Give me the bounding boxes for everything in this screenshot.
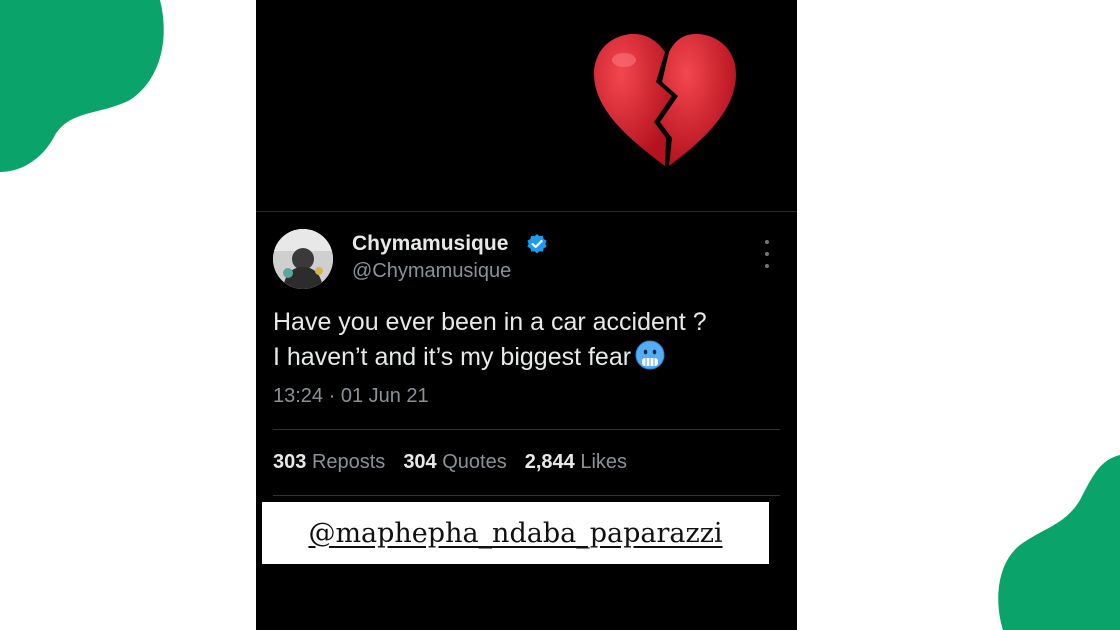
- author-avatar[interactable]: [273, 229, 333, 289]
- post-text-line-2-text: I haven’t and it’s my biggest fear: [273, 343, 632, 371]
- post-text: Have you ever been in a car accident ? I…: [273, 305, 783, 375]
- cold-face-emoji-icon: [635, 340, 665, 370]
- reposts-label: Reposts: [311, 451, 386, 473]
- reposts-count: 303: [273, 451, 307, 473]
- stats-top-divider: [273, 429, 780, 430]
- broken-heart-icon: [594, 34, 736, 166]
- quotes-label: Quotes: [442, 451, 507, 473]
- post-text-line-1: Have you ever been in a car accident ?: [273, 308, 707, 336]
- author-handle[interactable]: @Chymamusique: [352, 260, 511, 283]
- green-blob-bottom-right: [998, 455, 1120, 630]
- green-blob-top-left: [0, 0, 164, 172]
- watermark-banner: @maphepha_ndaba_paparazzi: [262, 502, 769, 564]
- post-text-line-2: I haven’t and it’s my biggest fear: [273, 340, 783, 375]
- author-display-name[interactable]: Chymamusique: [352, 232, 508, 256]
- more-options-icon[interactable]: [760, 240, 774, 268]
- post-timestamp[interactable]: 13:24 · 01 Jun 21: [273, 385, 429, 408]
- post-screenshot-panel: Chymamusique @Chymamusique Have you ever…: [256, 0, 797, 630]
- watermark-text: @maphepha_ndaba_paparazzi: [308, 517, 723, 549]
- quotes-stat[interactable]: 304 Quotes: [403, 451, 506, 474]
- reposts-stat[interactable]: 303 Reposts: [273, 451, 385, 474]
- profile-photo-icon: [273, 229, 333, 289]
- likes-stat[interactable]: 2,844 Likes: [525, 451, 627, 474]
- quotes-count: 304: [403, 451, 437, 473]
- likes-label: Likes: [580, 451, 628, 473]
- stats-bottom-divider: [273, 495, 780, 496]
- likes-count: 2,844: [524, 451, 575, 473]
- post-stats: 303 Reposts 304 Quotes 2,844 Likes: [273, 451, 627, 474]
- verified-badge-icon: [527, 234, 547, 254]
- top-divider: [256, 211, 797, 212]
